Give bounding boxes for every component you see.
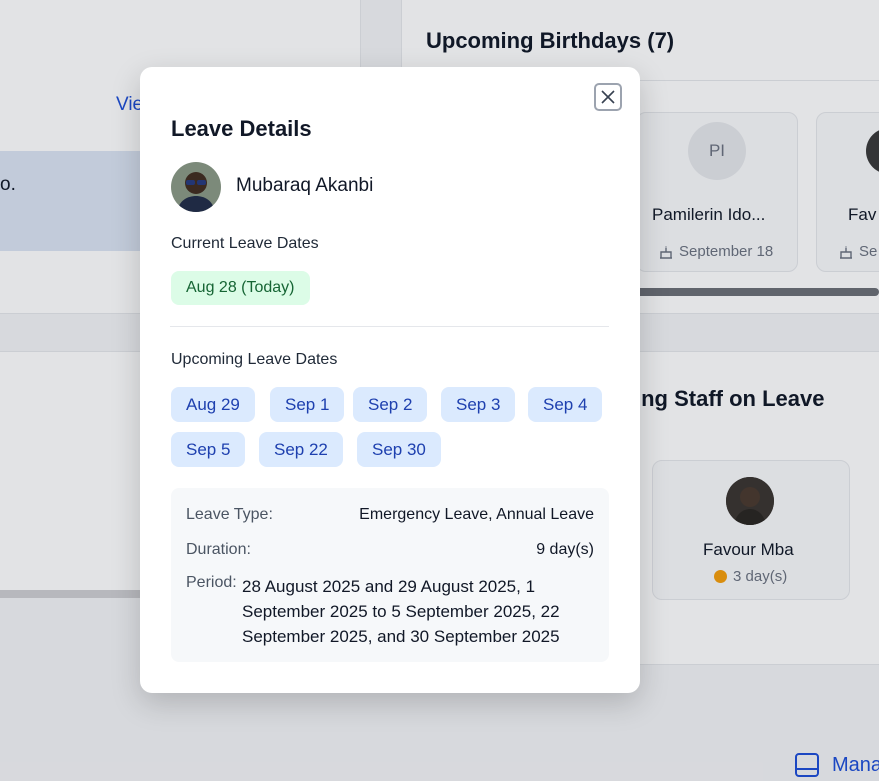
- date-chip: Sep 22: [259, 432, 343, 467]
- current-leave-badge: Aug 28 (Today): [171, 271, 310, 305]
- leave-type-value: Emergency Leave, Annual Leave: [359, 506, 594, 523]
- duration-label: Duration:: [186, 541, 251, 558]
- period-value: 28 August 2025 and 29 August 2025, 1 Sep…: [242, 577, 560, 646]
- date-chip: Aug 29: [171, 387, 255, 422]
- date-chip: Sep 2: [353, 387, 428, 422]
- period-label: Period:: [186, 574, 237, 591]
- modal-title: Leave Details: [171, 116, 312, 141]
- close-icon: [601, 90, 615, 104]
- close-button[interactable]: [594, 83, 622, 111]
- employee-name: Mubaraq Akanbi: [236, 175, 374, 196]
- avatar: [171, 162, 221, 212]
- date-chip: Sep 5: [171, 432, 246, 467]
- date-chip: Sep 4: [528, 387, 603, 422]
- leave-type-label: Leave Type:: [186, 506, 273, 523]
- divider: [170, 326, 609, 327]
- date-chip: Sep 1: [270, 387, 345, 422]
- leave-details-modal: Leave Details Mubaraq Akanbi Current Lea…: [140, 67, 640, 693]
- date-chip: Sep 3: [441, 387, 516, 422]
- upcoming-leave-label: Upcoming Leave Dates: [171, 351, 338, 368]
- leave-summary: Leave Type: Emergency Leave, Annual Leav…: [171, 488, 609, 662]
- current-leave-label: Current Leave Dates: [171, 235, 319, 252]
- duration-value: 9 day(s): [536, 541, 594, 558]
- date-chip: Sep 30: [357, 432, 441, 467]
